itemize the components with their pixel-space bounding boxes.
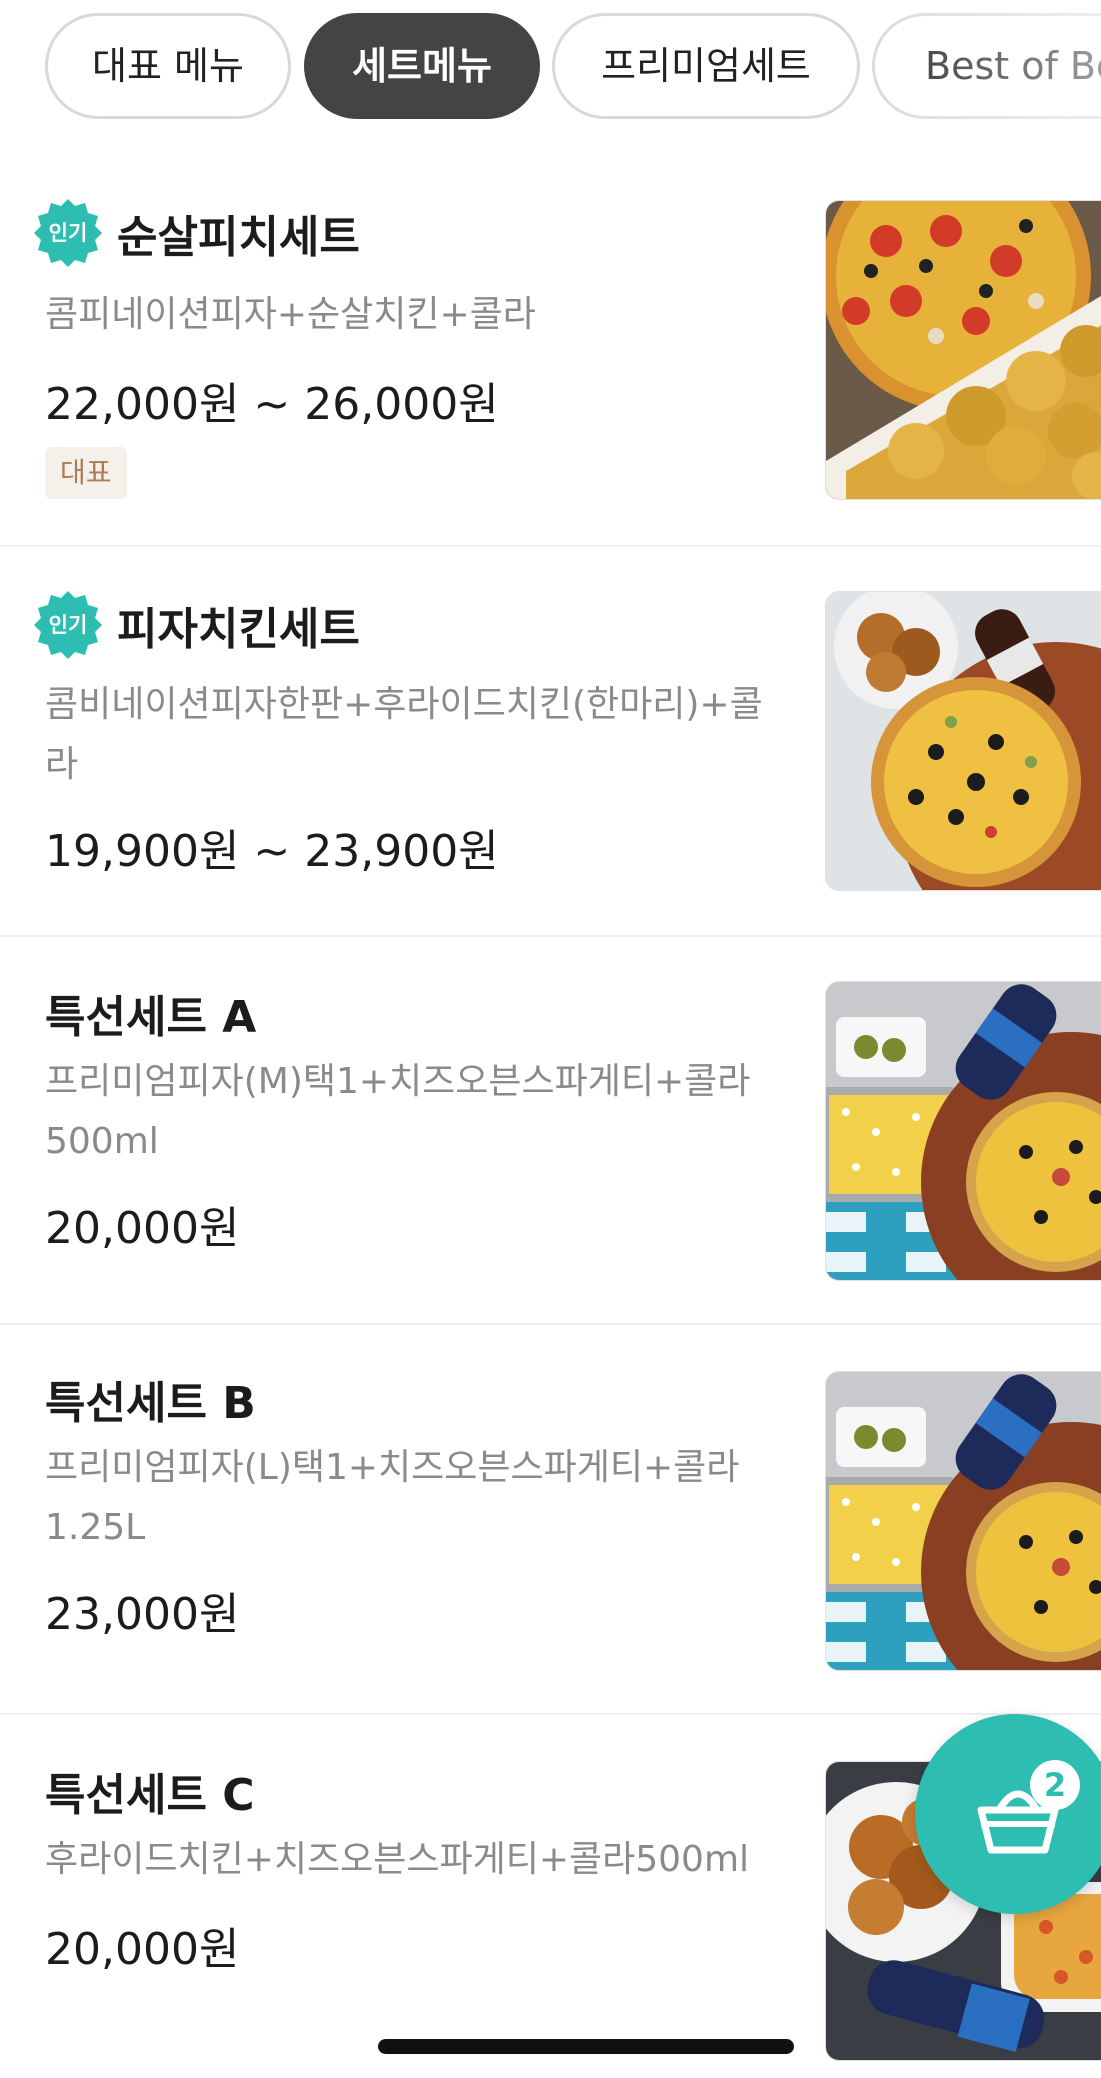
item-name: 특선세트 C [45,1770,255,1821]
item-photo [825,981,1101,1281]
popular-badge-label: 인기 [48,613,88,637]
popular-badge: 인기 [33,198,103,268]
item-title: 특선세트 B [45,1363,256,1435]
item-title: 특선세트 A [45,977,256,1049]
item-price: 20,000원 [45,1203,240,1254]
item-title: 인기 피자치킨세트 [34,589,360,661]
pizza-spaghetti-cola-photo [826,1372,1101,1670]
menu-item-pizza-chicken-set[interactable]: 인기 피자치킨세트 콤비네이션피자한판+후라이드치킨(한마리)+콜라 19,90… [0,547,1101,935]
popular-badge-label: 인기 [48,221,88,245]
item-description: 후라이드치킨+치즈오븐스파게티+콜라500ml [45,1839,750,1880]
item-photo [825,591,1101,891]
tab-set-menu[interactable]: 세트메뉴 [304,13,540,119]
item-description: 프리미엄피자(L)택1+치즈오븐스파게티+콜라1.25L [45,1447,740,1548]
item-title: 인기 순살피치세트 [34,197,360,269]
item-price: 22,000원 ~ 26,000원 [45,379,499,430]
item-name: 특선세트 B [45,1378,256,1429]
item-name: 순살피치세트 [117,212,360,263]
item-photo [825,1371,1101,1671]
home-indicator[interactable] [378,2039,794,2054]
pizza-spaghetti-cola-photo [826,982,1101,1280]
item-description: 콤비네이션피자한판+후라이드치킨(한마리)+콜라 [45,684,763,785]
item-name: 특선세트 A [45,992,257,1043]
tab-signature-menu[interactable]: 대표 메뉴 [45,13,291,119]
item-description: 콤피네이션피자+순살치킨+콜라 [45,294,536,335]
tab-premium-set[interactable]: 프리미엄세트 [552,13,860,119]
cart-button[interactable]: 2 [915,1714,1101,1914]
item-description: 프리미엄피자(M)택1+치즈오븐스파게티+콜라500ml [45,1061,751,1162]
menu-item-special-set-b[interactable]: 특선세트 B 프리미엄피자(L)택1+치즈오븐스파게티+콜라1.25L 23,0… [0,1325,1101,1713]
tab-best-of-best[interactable]: Best of Be [872,13,1101,119]
pizza-chicken-cola-photo [826,592,1101,890]
signature-tag: 대표 [45,447,127,499]
pizza-chicken-photo [826,201,1101,499]
popular-badge: 인기 [33,590,103,660]
item-price: 20,000원 [45,1924,240,1975]
menu-item-special-set-a[interactable]: 특선세트 A 프리미엄피자(M)택1+치즈오븐스파게티+콜라500ml 20,0… [0,937,1101,1323]
item-price: 23,000원 [45,1589,240,1640]
cart-count-badge: 2 [1030,1760,1080,1810]
item-title: 특선세트 C [45,1755,255,1827]
menu-item-boneless-pizza-chicken-set[interactable]: 인기 순살피치세트 콤피네이션피자+순살치킨+콜라 22,000원 ~ 26,0… [0,140,1101,545]
category-tabs: 대표 메뉴 세트메뉴 프리미엄세트 Best of Be [0,0,1101,140]
item-price: 19,900원 ~ 23,900원 [45,826,499,877]
item-name: 피자치킨세트 [117,604,360,655]
item-photo [825,200,1101,500]
